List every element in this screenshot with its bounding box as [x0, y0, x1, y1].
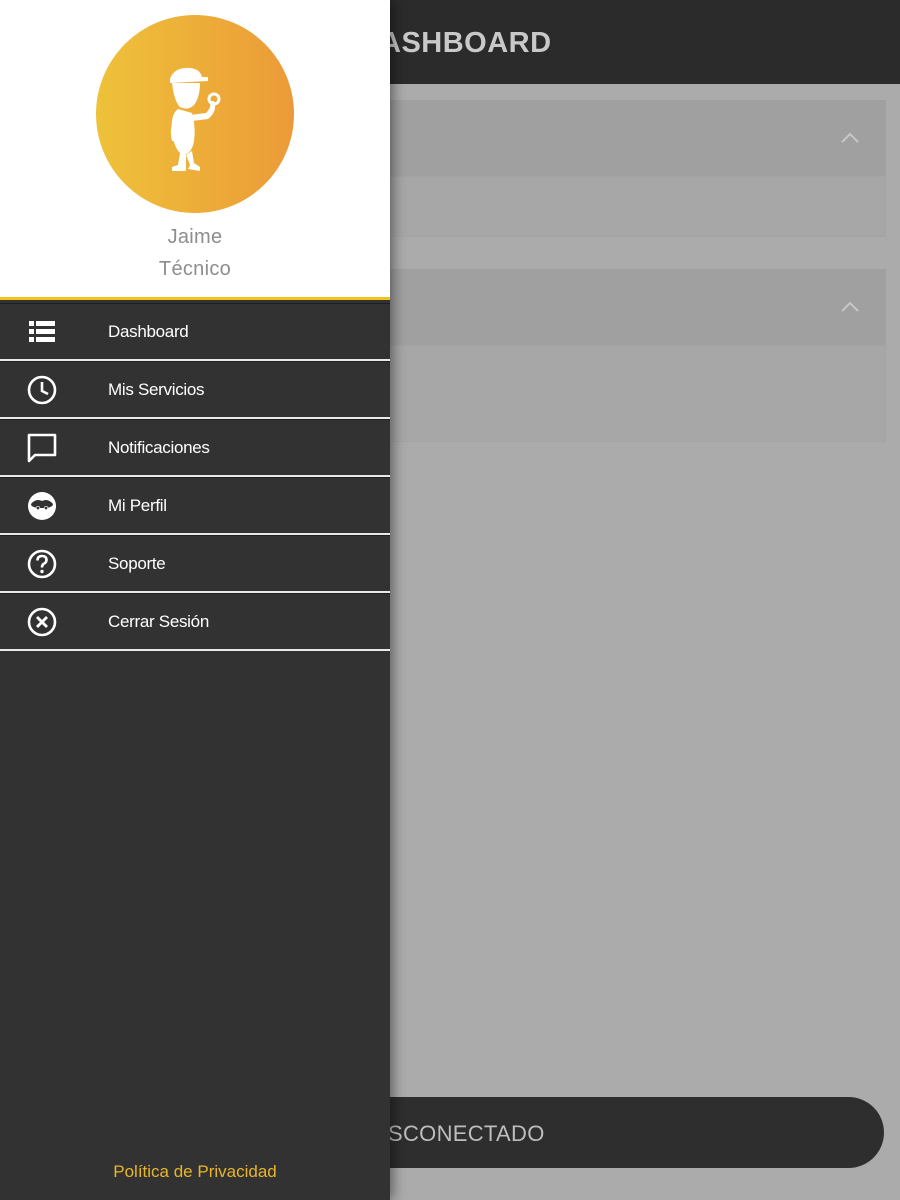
card-body — [380, 176, 886, 237]
avatar[interactable] — [96, 15, 294, 213]
privacy-policy-link[interactable]: Política de Privacidad — [0, 1162, 390, 1182]
menu-item-soporte[interactable]: Soporte — [0, 535, 390, 593]
chevron-up-icon[interactable] — [840, 297, 860, 317]
menu-item-label: Soporte — [108, 554, 166, 573]
menu-item-label: Cerrar Sesión — [108, 612, 209, 631]
card-header[interactable] — [380, 269, 886, 345]
connection-status-button[interactable]: SCONECTADO — [340, 1097, 884, 1168]
menu-item-label: Dashboard — [108, 322, 189, 341]
menu-item-mis-servicios[interactable]: Mis Servicios — [0, 361, 390, 419]
menu-item-dashboard[interactable]: Dashboard — [0, 303, 390, 361]
navigation-drawer: Jaime Técnico Dashboard Mis Servicios No… — [0, 0, 390, 1200]
dashboard-card-1 — [380, 100, 886, 237]
close-circle-icon — [26, 606, 58, 638]
menu-item-cerrar-sesion[interactable]: Cerrar Sesión — [0, 593, 390, 651]
mascot-icon — [170, 67, 221, 171]
dashboard-card-2 — [380, 269, 886, 442]
menu-item-notificaciones[interactable]: Notificaciones — [0, 419, 390, 477]
menu-item-mi-perfil[interactable]: Mi Perfil — [0, 477, 390, 535]
menu-item-label: Notificaciones — [108, 438, 210, 457]
chat-icon — [26, 432, 58, 464]
card-body — [380, 345, 886, 442]
connection-status-label: SCONECTADO — [388, 1121, 545, 1146]
card-header[interactable] — [380, 100, 886, 176]
face-icon — [26, 490, 58, 522]
drawer-header: Jaime Técnico — [0, 0, 390, 300]
user-name: Jaime — [167, 226, 223, 248]
page-title: ASHBOARD — [380, 27, 552, 59]
help-icon — [26, 548, 58, 580]
user-role: Técnico — [158, 258, 232, 280]
menu-item-label: Mis Servicios — [108, 380, 205, 399]
menu-item-label: Mi Perfil — [108, 496, 167, 515]
chevron-up-icon[interactable] — [840, 128, 860, 148]
clock-icon — [26, 374, 58, 406]
list-icon — [26, 316, 58, 348]
drawer-menu: Dashboard Mis Servicios Notificaciones M… — [0, 303, 390, 651]
